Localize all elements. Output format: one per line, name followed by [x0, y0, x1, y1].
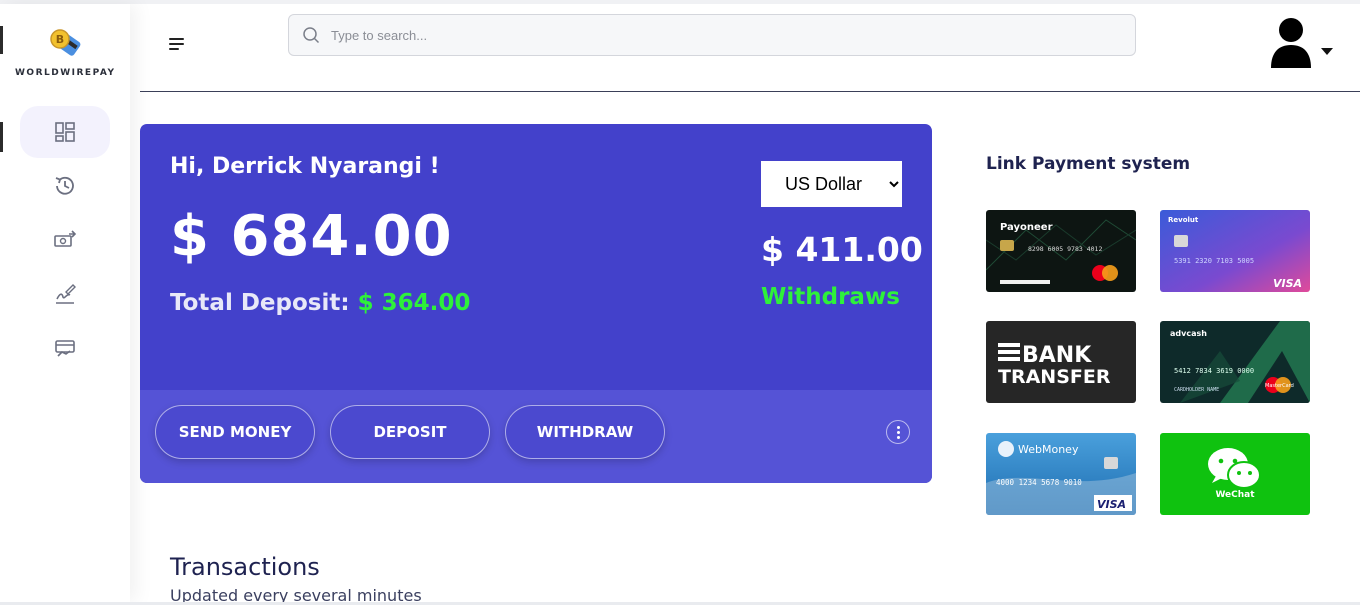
payoneer-card-image: Payoneer 8298 6005 9783 4012: [986, 210, 1136, 292]
wechat-label: WeChat: [1215, 490, 1255, 500]
revolut-card-number: 5391 2320 7103 5005: [1174, 257, 1254, 265]
payment-revolut[interactable]: Revolut 5391 2320 7103 5005 VISA: [1160, 210, 1310, 292]
brand-logo[interactable]: B WORLDWIREPAY: [15, 26, 115, 78]
visa-logo: VISA: [1273, 277, 1302, 290]
total-deposit-value: $ 364.00: [357, 290, 471, 316]
menu-line: [169, 38, 184, 40]
advcash-logo: advcash: [1170, 329, 1207, 338]
transactions-title: Transactions: [170, 553, 320, 581]
signature-icon: [56, 284, 76, 304]
balance-card: Hi, Derrick Nyarangi ! $ 684.00 Total De…: [140, 124, 932, 483]
payment-systems-title: Link Payment system: [986, 154, 1191, 174]
webmoney-card-image: WebMoney 4000 1234 5678 9010 VISA: [986, 433, 1136, 515]
deposit-button[interactable]: DEPOSIT: [330, 405, 490, 459]
sidebar-edge-mark: [0, 26, 3, 54]
svg-text:B: B: [56, 33, 64, 46]
currency-select[interactable]: US Dollar: [761, 161, 902, 207]
payment-payoneer[interactable]: Payoneer 8298 6005 9783 4012: [986, 210, 1136, 292]
wechat-image: WeChat: [1160, 433, 1310, 515]
sidebar-item-history[interactable]: [20, 160, 110, 212]
balance-amount: $ 684.00: [170, 204, 453, 269]
bank-transfer-image: BANK TRANSFER: [986, 321, 1136, 403]
header-divider: [140, 91, 1360, 92]
total-deposit: Total Deposit: $ 364.00: [170, 290, 470, 316]
dashboard-icon: [55, 122, 75, 142]
advcash-card-number: 5412 7834 3619 0000: [1174, 367, 1254, 375]
bank-label: BANK: [1022, 343, 1092, 368]
history-icon: [55, 176, 74, 195]
money-transfer-icon: [54, 230, 77, 247]
search-input[interactable]: [329, 26, 1113, 44]
greeting-text: Hi, Derrick Nyarangi !: [170, 154, 440, 179]
sidebar-item-sign[interactable]: [20, 268, 110, 320]
withdraw-amount: $ 411.00: [761, 230, 923, 269]
webmoney-card-number: 4000 1234 5678 9010: [996, 478, 1082, 487]
withdraw-button[interactable]: WITHDRAW: [505, 405, 665, 459]
total-deposit-label: Total Deposit:: [170, 290, 350, 316]
mastercard-logo: MasterCard: [1265, 383, 1294, 389]
advcash-holder: CARDHOLDER NAME: [1174, 387, 1219, 393]
bitcoin-wallet-icon: B: [50, 29, 81, 56]
sidebar-item-dashboard[interactable]: [20, 106, 110, 158]
menu-toggle-button[interactable]: [166, 34, 188, 52]
send-money-button[interactable]: SEND MONEY: [155, 405, 315, 459]
payoneer-card-number: 8298 6005 9783 4012: [1028, 245, 1102, 253]
card-payment-icon: [55, 340, 75, 357]
withdraw-label: Withdraws: [761, 284, 900, 310]
chevron-down-icon[interactable]: [1321, 48, 1333, 55]
revolut-logo: Revolut: [1168, 216, 1199, 224]
payoneer-logo: Payoneer: [1000, 222, 1053, 233]
more-options-icon[interactable]: [886, 420, 910, 444]
top-border: [0, 0, 1360, 4]
webmoney-logo: WebMoney: [1018, 443, 1079, 456]
sidebar-item-payments[interactable]: [20, 322, 110, 374]
menu-line: [169, 43, 184, 45]
search-bar: [288, 14, 1136, 56]
sidebar-item-transfer[interactable]: [20, 214, 110, 266]
payment-bank-transfer[interactable]: BANK TRANSFER: [986, 321, 1136, 403]
sidebar: B WORLDWIREPAY: [0, 4, 130, 602]
advcash-card-image: advcash 5412 7834 3619 0000 CARDHOLDER N…: [1160, 321, 1310, 403]
menu-line: [169, 48, 179, 50]
sidebar-edge-mark: [0, 122, 3, 152]
transfer-label: TRANSFER: [998, 366, 1111, 388]
brand-name: WORLDWIREPAY: [15, 68, 116, 78]
card-actions: SEND MONEY DEPOSIT WITHDRAW: [140, 390, 932, 483]
visa-logo: VISA: [1097, 498, 1126, 511]
revolut-card-image: Revolut 5391 2320 7103 5005 VISA: [1160, 210, 1310, 292]
search-icon: [303, 27, 320, 44]
payment-webmoney[interactable]: WebMoney 4000 1234 5678 9010 VISA: [986, 433, 1136, 515]
payment-wechat[interactable]: WeChat: [1160, 433, 1310, 515]
payment-advcash[interactable]: advcash 5412 7834 3619 0000 CARDHOLDER N…: [1160, 321, 1310, 403]
user-avatar-icon[interactable]: [1268, 16, 1314, 70]
